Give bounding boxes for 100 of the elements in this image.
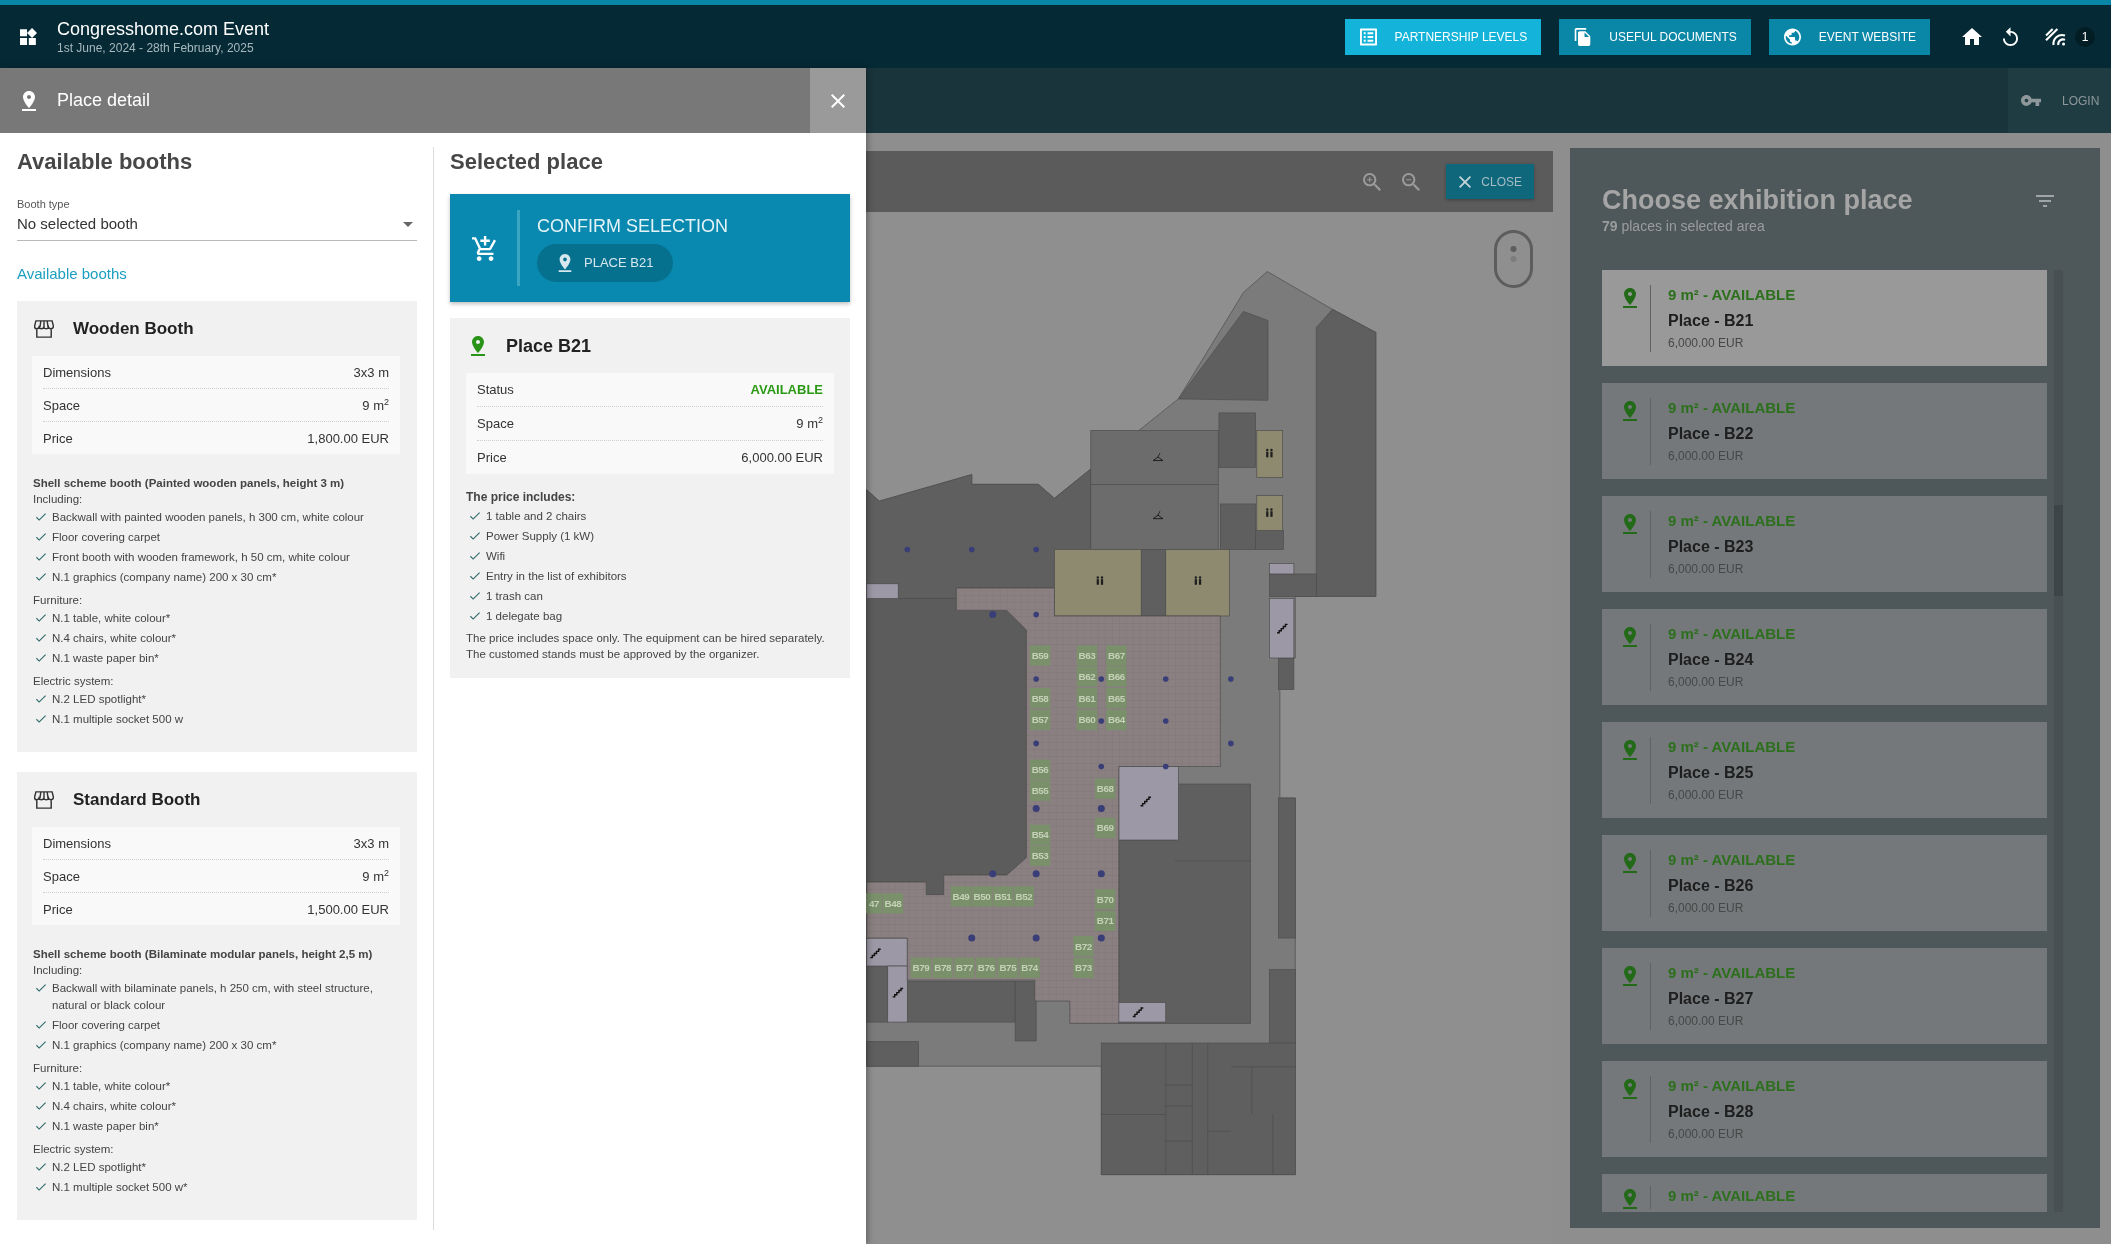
restroom-icon [1266,508,1273,517]
signal-icon[interactable] [2045,27,2066,46]
cart-plus-icon [472,235,497,261]
map-booth[interactable]: B52 [1013,886,1035,907]
pillar-dot-icon [989,870,997,878]
spec-value: AVAILABLE [750,382,823,397]
nav-button[interactable]: EVENT WEBSITE [1768,18,1930,55]
map-booth[interactable]: B66 [1106,666,1127,687]
stairwell [1269,563,1295,575]
map-booth[interactable]: B65 [1106,688,1127,709]
place-list-item[interactable]: 9 m² - AVAILABLE [1602,1174,2047,1212]
map-booth[interactable]: 47 [866,893,883,914]
filter-icon[interactable] [2036,195,2054,207]
pillar-dot-icon [1033,546,1039,553]
available-booths-link[interactable]: Available booths [17,264,127,284]
map-booth[interactable]: B71 [1095,910,1116,932]
spec-label: Space [43,397,80,413]
zoom-in-icon[interactable] [1363,172,1382,191]
check-icon [470,591,480,600]
list-item: Front booth with wooden framework, h 50 cm, white colour [52,549,350,565]
map-booth[interactable]: B67 [1106,645,1127,666]
spec-label: Space [43,868,80,884]
check-icon [36,1162,46,1171]
home-icon[interactable] [1962,28,1982,45]
check-icon [36,572,46,581]
room [1278,657,1295,690]
place-name: Place - B21 [1668,311,1755,331]
map-booth[interactable]: B49 [950,886,972,907]
nav-button[interactable]: PARTNERSHIP LEVELS [1344,18,1542,55]
storefront-icon [34,320,54,338]
list-item: N.1 graphics (company name) 200 x 30 cm* [52,569,277,585]
place-name: Place - B22 [1668,424,1755,444]
map-booth[interactable]: B70 [1095,889,1116,910]
list-item: N.4 chairs, white colour* [52,1098,176,1114]
login-button[interactable]: LOGIN [2008,68,2111,133]
pillar-dot-icon [1162,676,1169,682]
pillar-dot-icon [1097,934,1105,942]
spec-value: 6,000.00 EUR [741,450,823,465]
spec-label: Dimensions [43,835,111,851]
location-pin-icon [1623,288,1637,308]
map-booth[interactable]: B74 [1019,957,1040,978]
restroom-area [1256,430,1284,478]
event-title: Congresshome.com Event [57,17,270,40]
map-booth[interactable]: B72 [1073,935,1094,957]
room [866,965,889,1023]
list-item: Floor covering carpet [52,1017,161,1033]
pillar-dot-icon [1162,763,1169,770]
place-name: Place - B27 [1668,989,1755,1009]
list-item: N.1 waste paper bin* [52,650,159,666]
spec-value: 3x3 m [353,364,389,380]
notification-badge: 1 [2075,26,2095,47]
map-booth[interactable]: B50 [971,886,993,907]
list-item: 1 table and 2 chairs [486,508,587,524]
list-item: N.1 graphics (company name) 200 x 30 cm* [52,1037,277,1053]
location-pin-icon [1623,740,1637,760]
check-icon [36,633,46,642]
map-booth[interactable]: B73 [1073,957,1094,978]
map-booth[interactable]: B77 [954,957,975,978]
confirm-selection-button[interactable]: CONFIRM SELECTION PLACE B21 [450,194,850,302]
close-map-button[interactable]: CLOSE [1446,164,1534,199]
section-heading: Available booths [17,148,194,176]
zoom-out-icon[interactable] [1402,172,1421,191]
map-booth[interactable]: B48 [882,893,904,914]
location-pin-icon [1623,1189,1637,1209]
list-heading: The price includes: [466,489,577,506]
list-item: N.1 waste paper bin* [52,1118,159,1134]
restroom-area [1165,549,1230,617]
check-icon [36,653,46,662]
check-icon [470,611,480,620]
check-icon [470,571,480,580]
map-booth[interactable]: B63 [1076,645,1098,666]
map-booth[interactable]: B69 [1095,817,1116,838]
place-status: 9 m² - AVAILABLE [1668,963,1796,983]
map-booth[interactable]: B58 [1029,688,1051,709]
restroom-icon [1266,448,1273,458]
map-booth[interactable]: B51 [992,886,1014,907]
spec-value: 3x3 m [353,835,389,851]
booth-type-select[interactable]: Booth type No selected booth [17,197,417,241]
stairs-icon [869,948,882,959]
check-icon [36,1182,46,1191]
stairs-icon [891,987,904,998]
dashboard-icon[interactable] [20,28,37,45]
map-booth[interactable]: B68 [1095,778,1116,799]
stairs-icon [1276,623,1289,634]
map-booth[interactable]: B61 [1076,688,1098,709]
stairwell [1269,598,1295,659]
place-status: 9 m² - AVAILABLE [1668,511,1796,531]
nav-button[interactable]: USEFUL DOCUMENTS [1559,18,1751,55]
refresh-icon[interactable] [2003,27,2018,46]
location-pin-icon [558,253,572,272]
map-booth[interactable]: B64 [1106,709,1127,731]
location-pin-icon [22,90,36,111]
check-icon [36,1020,46,1029]
room [1140,549,1167,617]
panel-title: Place detail [57,90,151,111]
map-booth[interactable]: B59 [1029,645,1051,666]
place-name: Place - B26 [1668,876,1755,896]
place-list-item[interactable]: 9 m² - AVAILABLE Place - B21 6,000.00 EUR [1602,270,2047,366]
place-status: 9 m² - AVAILABLE [1668,624,1796,644]
map-booth[interactable]: B62 [1076,666,1098,687]
